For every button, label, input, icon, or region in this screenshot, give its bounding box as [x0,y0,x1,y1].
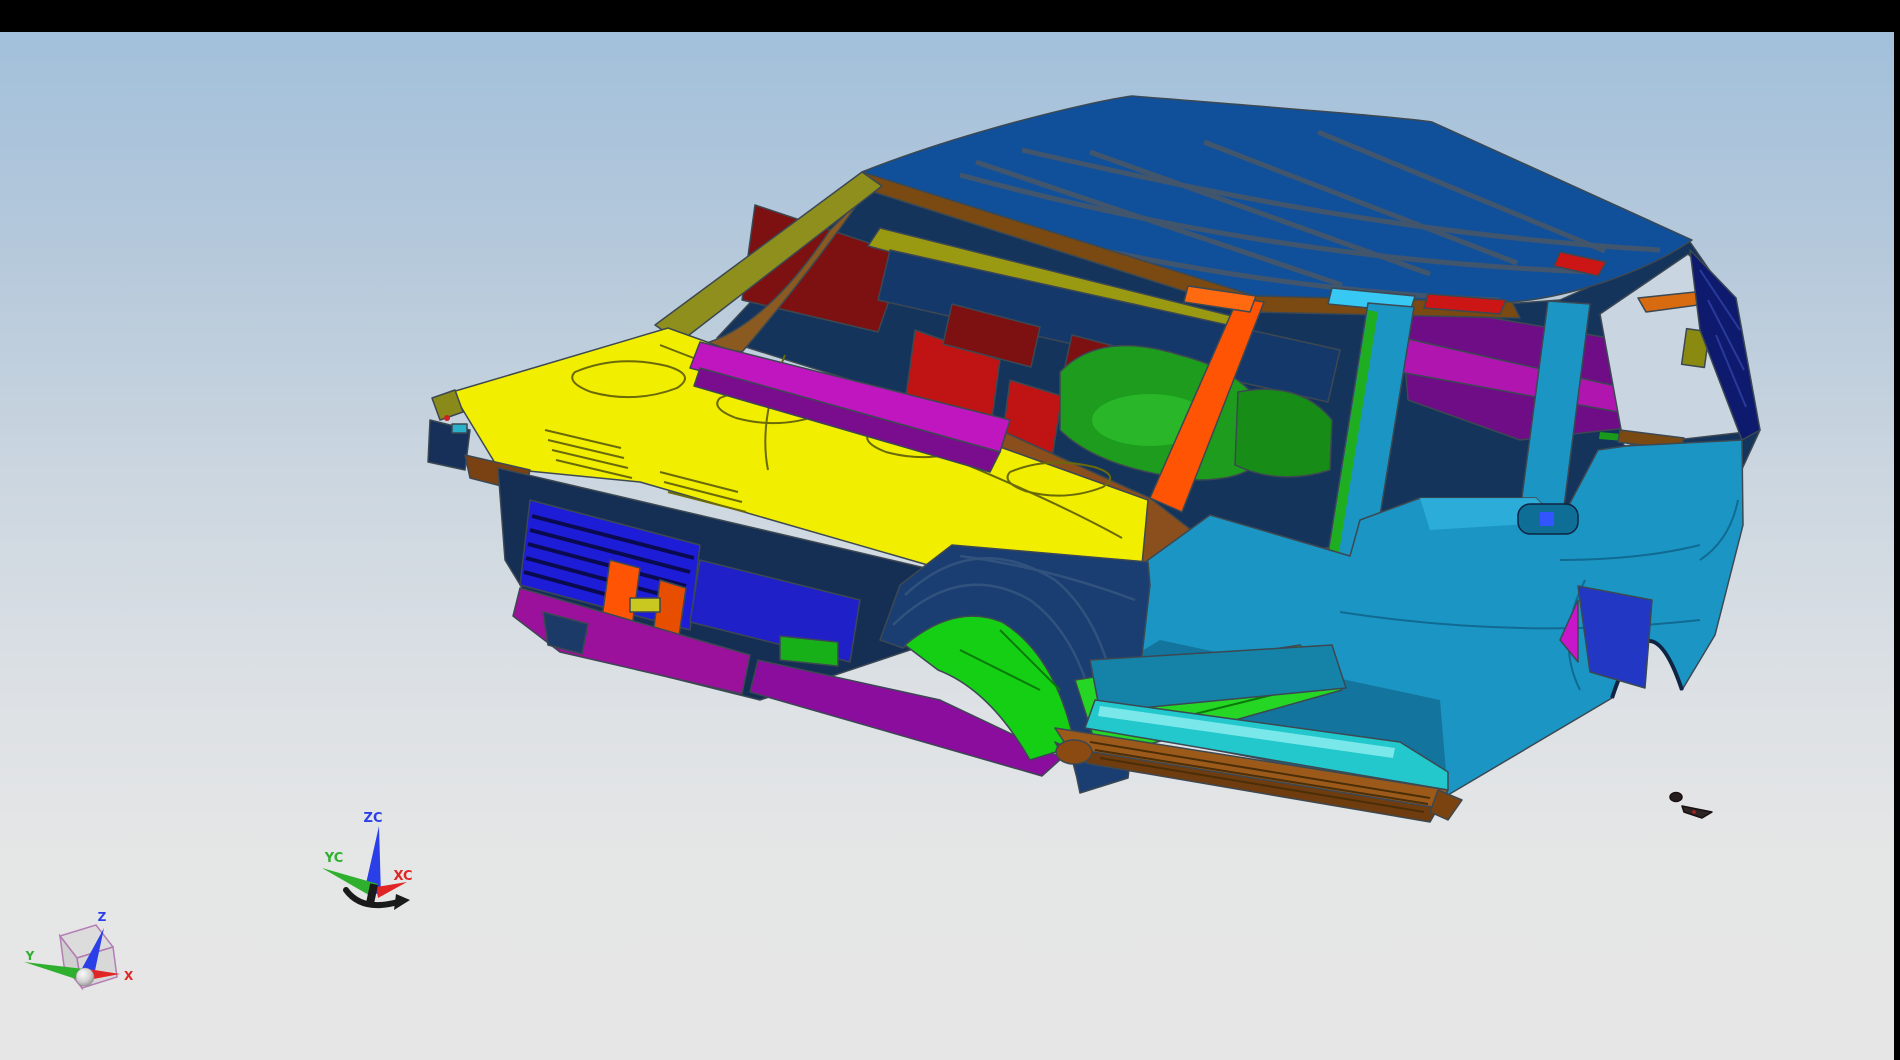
model-canvas[interactable]: ZC YC XC Z Y X [0,0,1900,1060]
wcs-y-label: YC [324,851,344,866]
engine-bay-yellow-chip[interactable] [630,598,660,612]
wcs-triad[interactable]: ZC YC XC [322,811,413,910]
wcs-z-label: ZC [364,811,383,826]
abs-y-label: Y [25,949,35,963]
abs-z-label: Z [98,910,107,924]
abs-x-label: X [124,969,134,983]
wcs-rotate-handle-head [394,894,410,910]
corner-teal-chip[interactable] [452,424,467,433]
car-body-model[interactable] [428,96,1760,822]
corner-red-dot [444,415,450,421]
door-handle-blue-chip [1540,512,1554,526]
abs-origin-sphere [76,968,94,986]
engine-bay-green-chip[interactable] [780,636,838,666]
running-board-cap [1056,740,1092,764]
application-window: ZC YC XC Z Y X [0,0,1900,1060]
wcs-x-label: XC [393,869,412,884]
debris-part-1[interactable] [1670,793,1682,802]
debris-red-dot [1692,810,1696,814]
debris-part-2[interactable] [1682,806,1712,818]
abs-triad: Z Y X [24,910,134,988]
